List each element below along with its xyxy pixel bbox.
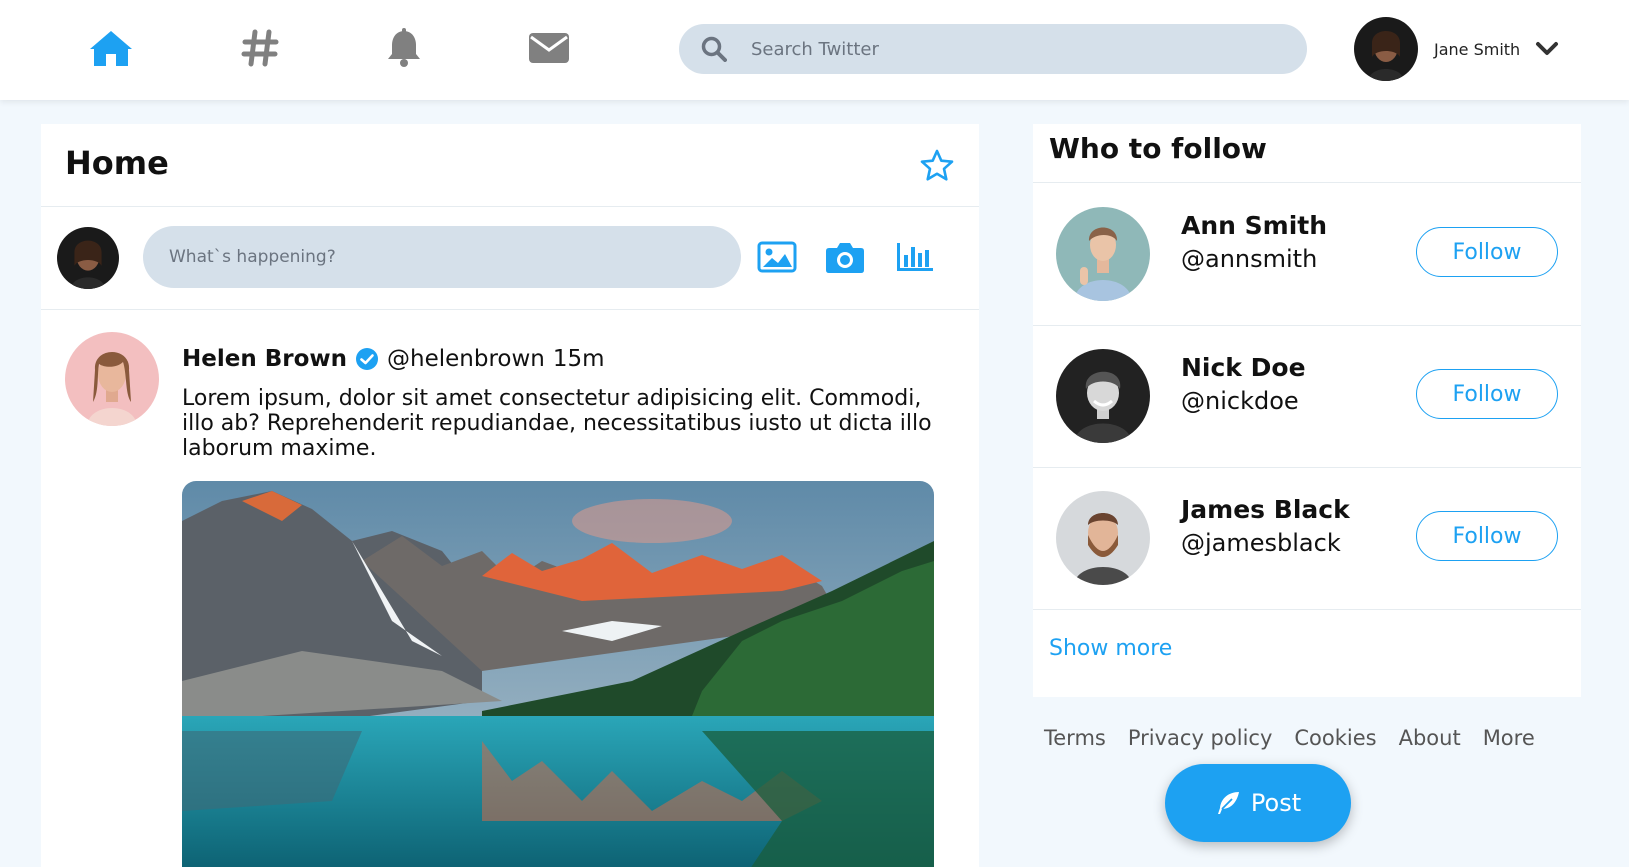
profile-menu[interactable]: Jane Smith <box>1354 17 1560 81</box>
avatar <box>57 227 119 289</box>
verified-badge-icon <box>355 347 379 371</box>
footer-link-cookies[interactable]: Cookies <box>1294 726 1376 750</box>
search-bar[interactable] <box>679 24 1307 74</box>
avatar[interactable] <box>1056 491 1150 585</box>
tweet-timestamp: 15m <box>552 346 605 372</box>
tweet-composer <box>41 207 979 310</box>
who-to-follow-title: Who to follow <box>1049 132 1267 165</box>
poll-icon[interactable] <box>893 237 937 277</box>
profile-name: Jane Smith <box>1434 39 1521 59</box>
footer-links: Terms Privacy policy Cookies About More <box>1044 726 1557 750</box>
footer-link-privacy[interactable]: Privacy policy <box>1128 726 1273 750</box>
tweet-handle[interactable]: @helenbrown <box>387 346 545 372</box>
tweet-text: Lorem ipsum, dolor sit amet consectetur … <box>182 386 932 461</box>
suggestion-handle[interactable]: @jamesblack <box>1181 529 1341 557</box>
follow-suggestion: Ann Smith @annsmith Follow <box>1033 183 1581 325</box>
hashtag-icon[interactable] <box>236 24 284 72</box>
mail-icon[interactable] <box>525 24 573 72</box>
follow-suggestion: Nick Doe @nickdoe Follow <box>1033 325 1581 467</box>
page-title: Home <box>65 144 169 182</box>
home-icon[interactable] <box>87 24 135 72</box>
suggestion-handle[interactable]: @annsmith <box>1181 245 1317 273</box>
follow-button[interactable]: Follow <box>1416 227 1558 277</box>
feed-header: Home <box>41 124 979 207</box>
top-nav-bar: Jane Smith <box>0 0 1629 100</box>
avatar <box>1354 17 1418 81</box>
post-button[interactable]: Post <box>1165 764 1351 842</box>
suggestion-name[interactable]: Ann Smith <box>1181 211 1327 240</box>
star-icon[interactable] <box>919 148 957 186</box>
follow-suggestion: James Black @jamesblack Follow <box>1033 467 1581 609</box>
post-button-label: Post <box>1250 789 1302 817</box>
feather-icon <box>1215 790 1241 816</box>
footer-link-more[interactable]: More <box>1483 726 1535 750</box>
avatar[interactable] <box>1056 349 1150 443</box>
suggestion-handle[interactable]: @nickdoe <box>1181 387 1299 415</box>
tweet-header: Helen Brown @helenbrown 15m <box>182 346 605 372</box>
search-icon <box>699 34 729 64</box>
show-more-link[interactable]: Show more <box>1049 636 1172 661</box>
avatar[interactable] <box>65 332 159 426</box>
who-to-follow-panel: Who to follow Ann Smith @annsmith Follow… <box>1033 124 1581 697</box>
divider <box>1033 609 1581 610</box>
tweet-image[interactable] <box>182 481 934 867</box>
search-input[interactable] <box>751 38 1251 60</box>
bell-icon[interactable] <box>380 24 428 72</box>
suggestion-name[interactable]: James Black <box>1181 495 1350 524</box>
follow-button[interactable]: Follow <box>1416 369 1558 419</box>
tweet-author[interactable]: Helen Brown <box>182 346 347 372</box>
compose-input[interactable] <box>143 226 741 288</box>
avatar[interactable] <box>1056 207 1150 301</box>
home-feed: Home Helen Brown @helenbrown 15m <box>41 124 979 867</box>
image-icon[interactable] <box>755 237 799 277</box>
suggestion-name[interactable]: Nick Doe <box>1181 353 1306 382</box>
follow-button[interactable]: Follow <box>1416 511 1558 561</box>
footer-link-terms[interactable]: Terms <box>1044 726 1106 750</box>
camera-icon[interactable] <box>823 237 867 277</box>
footer-link-about[interactable]: About <box>1399 726 1461 750</box>
chevron-down-icon[interactable] <box>1534 36 1560 62</box>
